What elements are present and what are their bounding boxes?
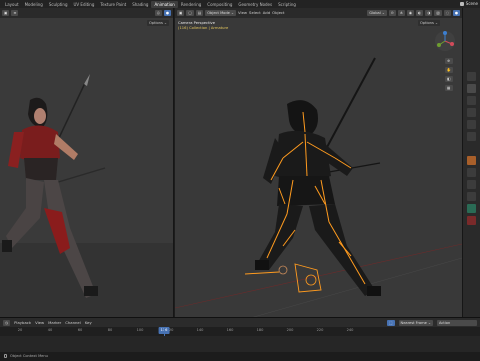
- select-box-tool-button[interactable]: ▢: [186, 10, 194, 16]
- proportional-edit-icon[interactable]: ◉: [406, 10, 415, 16]
- right-options-dropdown[interactable]: Options ⌄: [417, 20, 440, 26]
- editor-type-button-right[interactable]: ▣: [177, 10, 185, 16]
- editor-type-button[interactable]: ▣: [2, 10, 10, 16]
- left-options-dropdown[interactable]: Options ⌄: [146, 20, 169, 26]
- scene-icon: [459, 2, 464, 6]
- status-text: Object Context Menu: [10, 354, 48, 358]
- modifier-properties-icon[interactable]: [467, 168, 476, 177]
- select-menu[interactable]: Select: [249, 10, 261, 16]
- view-menu-timeline[interactable]: View: [35, 320, 44, 326]
- constraints-icon[interactable]: [467, 204, 476, 213]
- rendered-character-preview: [0, 8, 173, 328]
- collection-armature-label: (116) Collection | Armature: [178, 26, 229, 30]
- frame-tick: 60: [77, 328, 83, 332]
- keyframe-area[interactable]: [0, 336, 480, 352]
- tab-animation[interactable]: Animation: [151, 0, 178, 8]
- xray-icon[interactable]: ▧: [434, 10, 442, 16]
- shading-solid-icon[interactable]: ●: [452, 10, 460, 16]
- frame-tick: 240: [346, 328, 354, 332]
- visibility-icon[interactable]: ◐: [416, 10, 424, 16]
- workspace-bar: Layout Modeling Sculpting UV Editing Tex…: [0, 0, 480, 8]
- view-menu-button[interactable]: ≡: [11, 10, 19, 16]
- view-menu[interactable]: View: [238, 10, 247, 16]
- properties-tab-strip: [462, 8, 480, 328]
- zoom-icon[interactable]: ⊕: [444, 58, 453, 64]
- tab-uv-editing[interactable]: UV Editing: [71, 1, 98, 8]
- navigation-gizmo[interactable]: [434, 30, 456, 52]
- tab-compositing[interactable]: Compositing: [204, 1, 235, 8]
- viewport-info-overlay: Camera Perspective (116) Collection | Ar…: [178, 21, 228, 31]
- tab-modeling[interactable]: Modeling: [22, 1, 46, 8]
- tool-properties-icon[interactable]: [467, 72, 476, 81]
- shading-rendered-button[interactable]: ●: [163, 10, 171, 16]
- tab-layout[interactable]: Layout: [2, 1, 22, 8]
- view-layer-icon[interactable]: [467, 108, 476, 117]
- particles-icon[interactable]: [467, 180, 476, 189]
- select-mode-button[interactable]: ▤: [195, 10, 204, 16]
- right-viewport[interactable]: ▣ ▢ ▤ Object Mode ⌄ View Select Add Obje…: [175, 8, 462, 328]
- object-properties-icon[interactable]: [467, 156, 476, 165]
- frame-tick: 140: [196, 328, 204, 332]
- left-viewport[interactable]: ▣ ≡ ◎ ● Options ⌄: [0, 8, 174, 328]
- frame-ruler[interactable]: 20 40 60 80 100 120 140 160 180 200 220 …: [0, 327, 480, 336]
- transform-orientation-dropdown[interactable]: Global ⌄: [367, 10, 387, 16]
- frame-tick: 40: [47, 328, 53, 332]
- keying-mode-dropdown[interactable]: Nearest Frame ⌄: [398, 319, 433, 326]
- mouse-icon: [4, 354, 7, 358]
- scene-selector[interactable]: Scene: [459, 1, 478, 7]
- wireframe-armature-scene: [175, 8, 462, 328]
- output-properties-icon[interactable]: [467, 96, 476, 105]
- channel-menu[interactable]: Channel: [65, 320, 81, 326]
- snap-icon[interactable]: ⋔: [397, 10, 405, 16]
- render-properties-icon[interactable]: [467, 84, 476, 93]
- timeline-editor-type-button[interactable]: ◷: [3, 319, 11, 326]
- add-menu[interactable]: Add: [263, 10, 270, 16]
- tab-geometry-nodes[interactable]: Geometry Nodes: [235, 1, 275, 8]
- status-bar: Object Context Menu: [0, 352, 480, 360]
- key-menu[interactable]: Key: [85, 320, 92, 326]
- tab-shading[interactable]: Shading: [129, 1, 151, 8]
- data-properties-icon[interactable]: [467, 216, 476, 225]
- pivot-icon[interactable]: ⊙: [388, 10, 396, 16]
- frame-tick: 200: [286, 328, 294, 332]
- right-viewport-header: ▣ ▢ ▤ Object Mode ⌄ View Select Add Obje…: [175, 8, 462, 18]
- timeline-header: ◷ Playback View Marker Channel Key ⬚ Nea…: [0, 318, 480, 327]
- tab-rendering[interactable]: Rendering: [178, 1, 204, 8]
- playback-menu[interactable]: Playback: [14, 320, 31, 326]
- shading-wire-icon[interactable]: ◌: [443, 10, 451, 16]
- tab-texture-paint[interactable]: Texture Paint: [97, 1, 129, 8]
- object-mode-dropdown[interactable]: Object Mode ⌄: [205, 10, 237, 16]
- navigation-buttons: ⊕ ✋ ◧ ▦: [444, 58, 453, 91]
- physics-icon[interactable]: [467, 192, 476, 201]
- perspective-toggle-icon[interactable]: ▦: [444, 85, 453, 91]
- marker-menu[interactable]: Marker: [48, 320, 61, 326]
- object-menu[interactable]: Object: [272, 10, 284, 16]
- action-dropdown[interactable]: Action: [437, 319, 477, 326]
- frame-tick: 80: [107, 328, 113, 332]
- tab-scripting[interactable]: Scripting: [275, 1, 299, 8]
- world-properties-icon[interactable]: [467, 132, 476, 141]
- gizmo-toggle-button[interactable]: ◎: [154, 10, 162, 16]
- frame-tick: 100: [136, 328, 144, 332]
- left-viewport-header: ▣ ≡ ◎ ●: [0, 8, 173, 18]
- overlay-icon[interactable]: ◑: [425, 10, 433, 16]
- tab-sculpting[interactable]: Sculpting: [46, 1, 71, 8]
- frame-tick: 180: [256, 328, 264, 332]
- auto-keying-icon[interactable]: ⬚: [387, 319, 395, 326]
- frame-tick: 20: [17, 328, 23, 332]
- frame-tick: 160: [226, 328, 234, 332]
- scene-properties-icon[interactable]: [467, 120, 476, 129]
- camera-view-icon[interactable]: ◧: [444, 76, 453, 82]
- frame-tick: 220: [316, 328, 324, 332]
- pan-hand-icon[interactable]: ✋: [444, 67, 453, 73]
